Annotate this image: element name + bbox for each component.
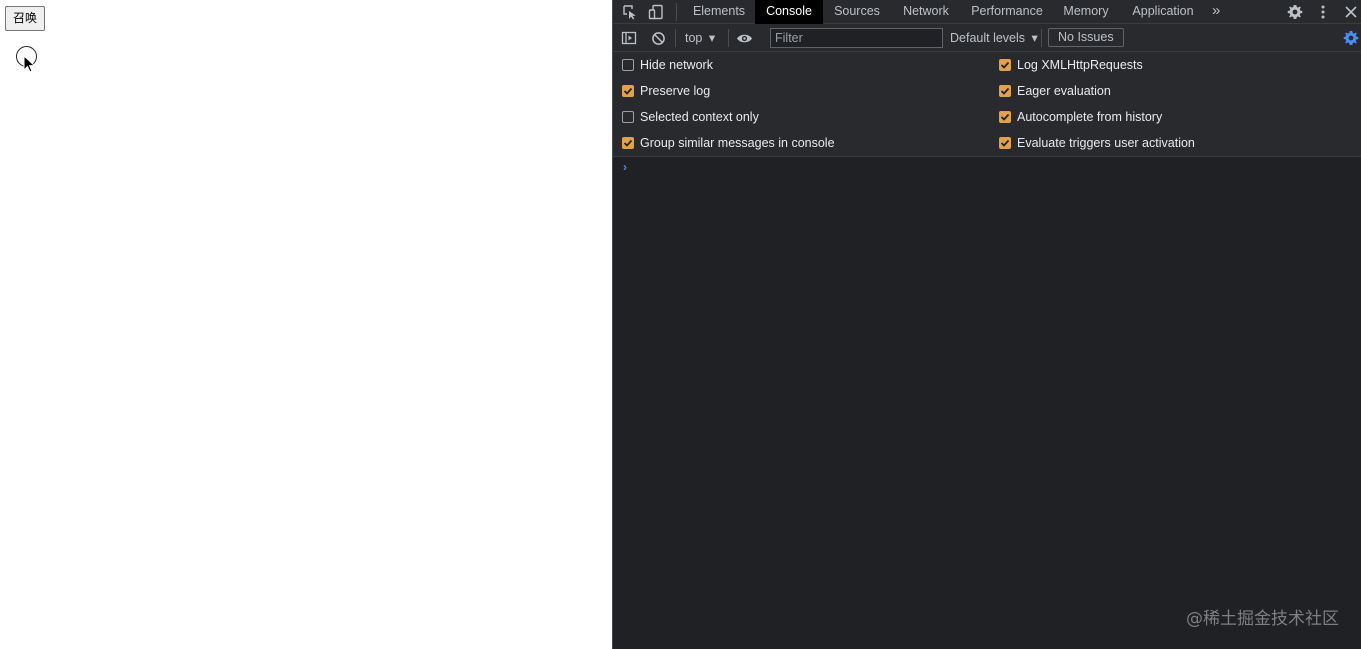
checkbox[interactable] — [622, 111, 634, 123]
setting-label: Preserve log — [640, 84, 711, 98]
setting-label: Hide network — [640, 58, 713, 72]
eye-icon[interactable] — [735, 29, 753, 47]
device-toolbar-icon[interactable] — [647, 3, 665, 21]
inspect-element-icon[interactable] — [621, 3, 639, 21]
clear-console-icon[interactable] — [649, 29, 667, 47]
setting-label: Evaluate triggers user activation — [1017, 136, 1195, 150]
setting-log-xmlhttprequests[interactable]: Log XMLHttpRequests — [999, 56, 1143, 74]
checkmark-icon — [1000, 87, 1010, 95]
gear-icon[interactable] — [1286, 3, 1304, 21]
toolbar-separator — [1041, 29, 1042, 47]
tab-sources[interactable]: Sources — [825, 0, 889, 24]
close-icon[interactable] — [1342, 3, 1360, 21]
setting-eager-evaluation[interactable]: Eager evaluation — [999, 82, 1111, 100]
chevron-down-icon: ▾ — [1031, 31, 1038, 45]
setting-preserve-log[interactable]: Preserve log — [622, 82, 710, 100]
summon-button[interactable]: 召唤 — [5, 6, 46, 31]
setting-label: Eager evaluation — [1017, 84, 1111, 98]
setting-evaluate-triggers-activation[interactable]: Evaluate triggers user activation — [999, 134, 1195, 152]
more-tabs-icon[interactable]: » — [1212, 2, 1220, 19]
checkbox-checked[interactable] — [622, 137, 634, 149]
tab-memory[interactable]: Memory — [1056, 0, 1116, 24]
checkmark-icon — [623, 87, 633, 95]
setting-autocomplete-history[interactable]: Autocomplete from history — [999, 108, 1162, 126]
setting-label: Group similar messages in console — [640, 136, 835, 150]
setting-selected-context-only[interactable]: Selected context only — [622, 108, 759, 126]
tab-performance[interactable]: Performance — [965, 0, 1049, 24]
setting-label: Log XMLHttpRequests — [1017, 58, 1143, 72]
context-value: top — [685, 31, 703, 45]
setting-hide-network[interactable]: Hide network — [622, 56, 713, 74]
tabbar-separator — [676, 3, 677, 21]
toolbar-separator — [728, 29, 729, 47]
context-selector[interactable]: top ▾ — [685, 30, 715, 45]
tab-network[interactable]: Network — [894, 0, 958, 24]
watermark: @稀土掘金技术社区 — [1186, 609, 1339, 629]
log-levels-label: Default levels — [950, 31, 1026, 45]
setting-label: Selected context only — [640, 110, 759, 124]
console-toolbar: top ▾ Default levels ▾ No Issues — [613, 24, 1361, 52]
show-sidebar-icon[interactable] — [620, 29, 638, 47]
tab-application[interactable]: Application — [1125, 0, 1201, 24]
kebab-menu-icon[interactable] — [1314, 3, 1332, 21]
checkmark-icon — [1000, 139, 1010, 147]
setting-label: Autocomplete from history — [1017, 110, 1163, 124]
checkbox-checked[interactable] — [999, 85, 1011, 97]
console-prompt-area[interactable]: › — [613, 157, 1361, 649]
prompt-chevron-icon: › — [623, 160, 627, 174]
mouse-cursor-icon — [23, 55, 36, 73]
issues-counter-button[interactable]: No Issues — [1048, 28, 1124, 47]
log-levels-dropdown[interactable]: Default levels ▾ — [950, 30, 1038, 45]
filter-input[interactable] — [770, 28, 943, 48]
checkbox-checked[interactable] — [999, 111, 1011, 123]
console-settings-pane: Hide network Preserve log Selected conte… — [613, 52, 1361, 157]
checkmark-icon — [623, 139, 633, 147]
toolbar-separator — [675, 29, 676, 47]
checkbox-checked[interactable] — [999, 59, 1011, 71]
checkmark-icon — [1000, 113, 1010, 121]
checkbox[interactable] — [622, 59, 634, 71]
chevron-down-icon: ▾ — [708, 31, 716, 45]
setting-group-similar[interactable]: Group similar messages in console — [622, 134, 835, 152]
tab-elements[interactable]: Elements — [684, 0, 754, 24]
devtools-panel: Elements Console Sources Network Perform… — [612, 0, 1361, 649]
checkbox-checked[interactable] — [622, 85, 634, 97]
checkbox-checked[interactable] — [999, 137, 1011, 149]
console-settings-gear-icon[interactable] — [1342, 29, 1360, 47]
inspected-page: 召唤 — [0, 0, 612, 649]
checkmark-icon — [1000, 61, 1010, 69]
tab-console[interactable]: Console — [755, 0, 823, 24]
devtools-tabbar: Elements Console Sources Network Perform… — [613, 0, 1361, 24]
